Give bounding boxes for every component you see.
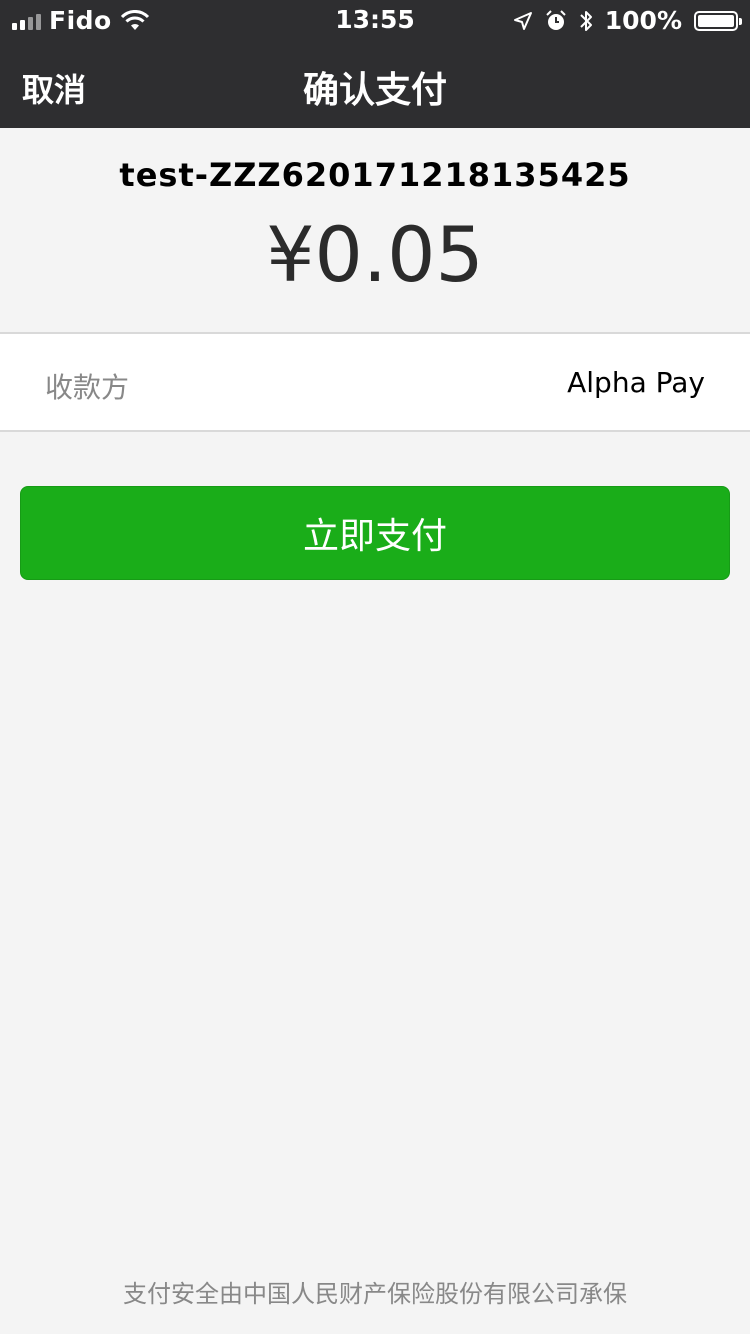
insurance-footer: 支付安全由中国人民财产保险股份有限公司承保 bbox=[123, 1280, 627, 1308]
alarm-icon bbox=[546, 9, 566, 30]
payee-row: 收款方 Alpha Pay bbox=[0, 332, 750, 432]
navigation-bar: 取消 确认支付 bbox=[0, 40, 750, 128]
battery-icon bbox=[694, 10, 742, 31]
bluetooth-icon bbox=[580, 10, 592, 31]
status-bar: Fido 13:55 100% bbox=[0, 0, 750, 40]
order-id: test-ZZZ620171218135425 bbox=[119, 156, 631, 194]
payee-value: Alpha Pay bbox=[567, 366, 705, 399]
payment-summary: test-ZZZ620171218135425 ¥0.05 bbox=[0, 128, 750, 332]
payment-amount: ¥0.05 bbox=[266, 210, 484, 299]
status-right: 100% bbox=[513, 6, 742, 35]
battery-percent: 100% bbox=[604, 6, 682, 35]
pay-now-button[interactable]: 立即支付 bbox=[20, 486, 730, 580]
page-title: 确认支付 bbox=[302, 70, 447, 111]
location-arrow-icon bbox=[513, 11, 532, 30]
payee-label: 收款方 bbox=[45, 371, 130, 404]
